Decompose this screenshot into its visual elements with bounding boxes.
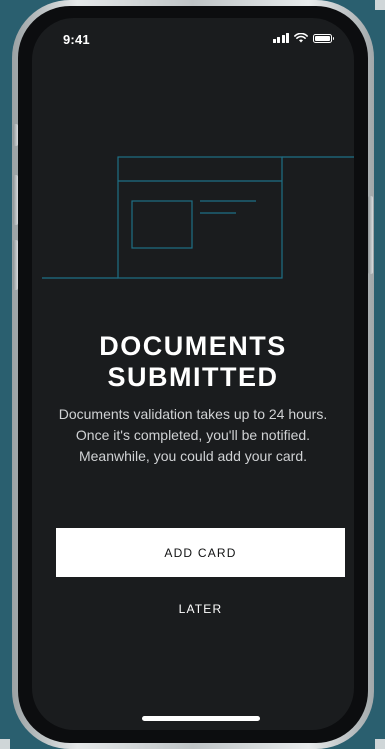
- title-line-2: SUBMITTED: [107, 362, 279, 392]
- page-title: DOCUMENTS SUBMITTED: [32, 331, 354, 393]
- background-corner-bottom-left: [0, 739, 10, 749]
- validation-message: Documents validation takes up to 24 hour…: [58, 406, 328, 464]
- background-corner-top-right: [375, 0, 385, 10]
- document-illustration: [42, 156, 354, 279]
- background-corner-bottom-right: [375, 739, 385, 749]
- title-line-1: DOCUMENTS: [99, 331, 287, 361]
- add-card-button[interactable]: ADD CARD: [56, 528, 345, 577]
- later-button[interactable]: LATER: [56, 596, 345, 622]
- app-screen: 9:41 DOCUMENTS SUBMITTED Documents valid…: [32, 18, 354, 730]
- power-button: [368, 196, 373, 274]
- home-indicator[interactable]: [142, 716, 260, 721]
